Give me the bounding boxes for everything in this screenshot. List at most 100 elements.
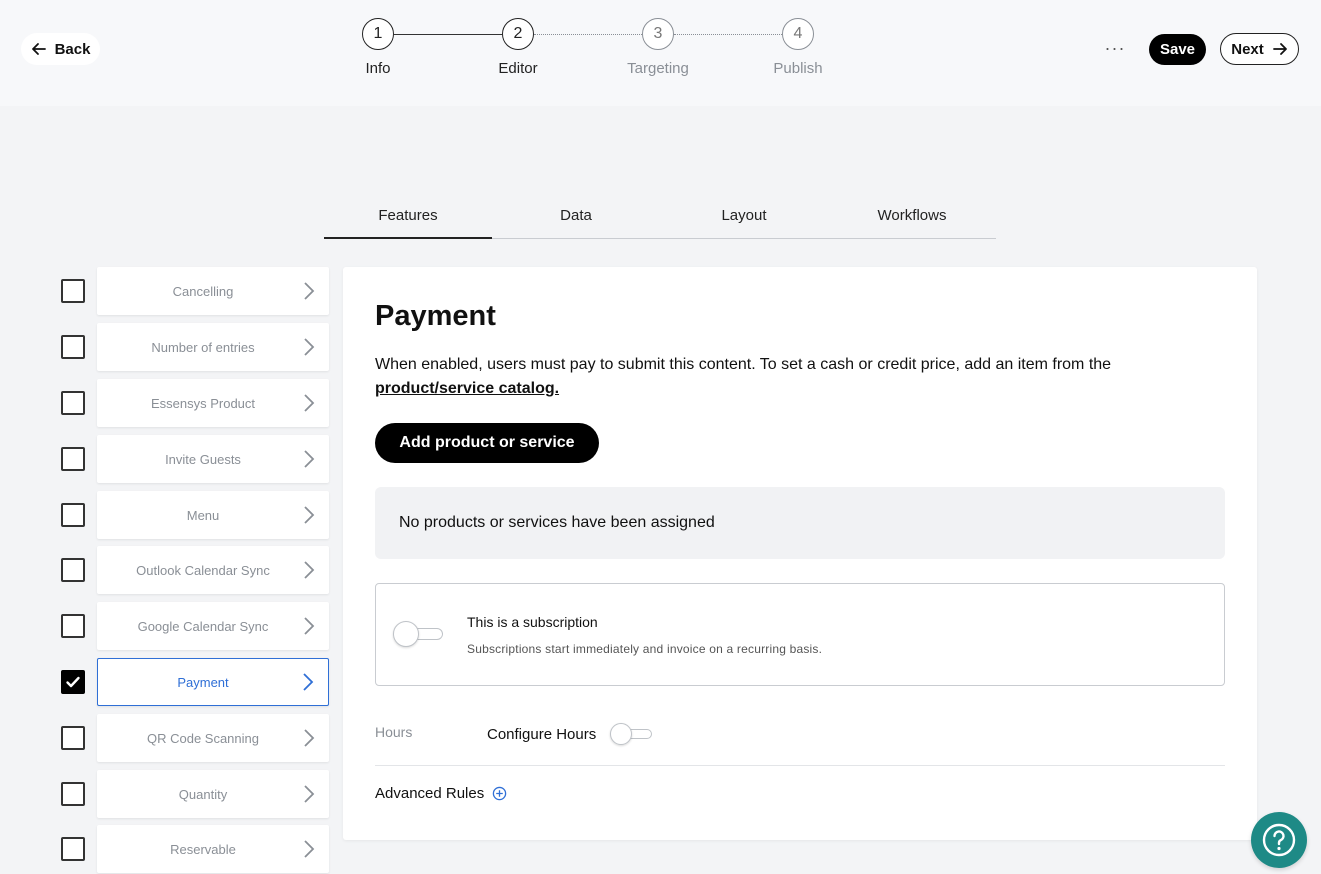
feature-checkbox[interactable]	[61, 558, 85, 582]
feature-checkbox-checked[interactable]	[61, 670, 85, 694]
step-number: 1	[362, 18, 394, 50]
feature-card-invite-guests[interactable]: Invite Guests	[97, 435, 329, 483]
description-text: When enabled, users must pay to submit t…	[375, 356, 1112, 373]
feature-row-outlook-calendar-sync: Outlook Calendar Sync	[61, 546, 329, 594]
feature-checkbox[interactable]	[61, 503, 85, 527]
advanced-rules-label: Advanced Rules	[375, 785, 485, 802]
step-number: 2	[502, 18, 534, 50]
feature-row-google-calendar-sync: Google Calendar Sync	[61, 602, 329, 650]
feature-row-essensys-product: Essensys Product	[61, 379, 329, 427]
feature-row-reservable: Reservable	[61, 825, 329, 873]
step-number: 4	[782, 18, 814, 50]
feature-card-menu[interactable]: Menu	[97, 491, 329, 539]
question-mark-icon	[1262, 823, 1296, 857]
feature-checkbox[interactable]	[61, 335, 85, 359]
step-publish[interactable]: 4 Publish	[748, 18, 848, 77]
feature-card-qr-code-scanning[interactable]: QR Code Scanning	[97, 714, 329, 762]
advanced-rules-button[interactable]: Advanced Rules	[375, 785, 507, 802]
feature-name: Invite Guests	[165, 451, 241, 467]
chevron-right-icon	[289, 393, 329, 413]
feature-checkbox[interactable]	[61, 614, 85, 638]
feature-card-cancelling[interactable]: Cancelling	[97, 267, 329, 315]
toggle-knob	[393, 621, 419, 647]
feature-card-outlook-calendar-sync[interactable]: Outlook Calendar Sync	[97, 546, 329, 594]
step-info[interactable]: 1 Info	[328, 18, 428, 77]
feature-row-menu: Menu	[61, 491, 329, 539]
feature-card-payment[interactable]: Payment	[97, 658, 329, 706]
tab-features[interactable]: Features	[324, 193, 492, 239]
chevron-right-icon	[289, 616, 329, 636]
feature-checkbox[interactable]	[61, 391, 85, 415]
feature-name: Cancelling	[172, 283, 234, 299]
plus-circle-icon	[492, 786, 507, 801]
feature-checkbox[interactable]	[61, 279, 85, 303]
arrow-right-icon	[1272, 43, 1287, 55]
feature-row-cancelling: Cancelling	[61, 267, 329, 315]
feature-name: Menu	[186, 507, 220, 523]
feature-name: Outlook Calendar Sync	[136, 562, 270, 578]
step-label: Editor	[498, 60, 538, 77]
chevron-right-icon	[289, 337, 329, 357]
feature-card-essensys-product[interactable]: Essensys Product	[97, 379, 329, 427]
feature-name: Number of entries	[151, 339, 255, 355]
chevron-right-icon	[289, 449, 329, 469]
feature-card-google-calendar-sync[interactable]: Google Calendar Sync	[97, 602, 329, 650]
panel-title: Payment	[375, 300, 496, 332]
feature-name: Quantity	[178, 786, 228, 802]
feature-row-number-of-entries: Number of entries	[61, 323, 329, 371]
configure-hours-toggle[interactable]	[610, 723, 652, 745]
feature-checkbox[interactable]	[61, 782, 85, 806]
tab-workflows[interactable]: Workflows	[828, 193, 996, 238]
feature-row-payment: Payment	[61, 658, 329, 706]
feature-name: Payment	[177, 674, 229, 690]
subscription-description: Subscriptions start immediately and invo…	[467, 642, 823, 656]
subscription-toggle[interactable]	[393, 621, 443, 647]
help-button[interactable]	[1251, 812, 1307, 868]
save-button[interactable]: Save	[1149, 34, 1206, 65]
catalog-link[interactable]: product/service catalog.	[375, 380, 559, 397]
step-label: Publish	[773, 60, 823, 77]
feature-name: QR Code Scanning	[146, 730, 259, 746]
hours-label: Hours	[375, 724, 413, 740]
feature-name: Reservable	[170, 841, 236, 857]
feature-checkbox[interactable]	[61, 837, 85, 861]
editor-tabs: Features Data Layout Workflows	[324, 193, 996, 239]
more-options-icon[interactable]: ···	[1100, 36, 1130, 60]
feature-checkbox[interactable]	[61, 726, 85, 750]
add-product-button[interactable]: Add product or service	[375, 423, 599, 463]
toggle-knob	[610, 723, 632, 745]
step-editor[interactable]: 2 Editor	[468, 18, 568, 77]
configure-hours-label: Configure Hours	[487, 726, 597, 743]
chevron-right-icon	[289, 505, 329, 525]
chevron-right-icon	[289, 560, 329, 580]
checkmark-icon	[66, 676, 80, 688]
chevron-right-icon	[289, 281, 329, 301]
feature-name: Essensys Product	[150, 395, 256, 411]
subscription-title: This is a subscription	[467, 614, 598, 630]
feature-row-quantity: Quantity	[61, 770, 329, 818]
chevron-right-icon	[289, 728, 329, 748]
tab-layout[interactable]: Layout	[660, 193, 828, 238]
feature-name: Google Calendar Sync	[137, 618, 269, 634]
tab-data[interactable]: Data	[492, 193, 660, 238]
subscription-box: This is a subscription Subscriptions sta…	[375, 583, 1225, 686]
step-label: Info	[365, 60, 391, 77]
feature-card-reservable[interactable]: Reservable	[97, 825, 329, 873]
step-number: 3	[642, 18, 674, 50]
feature-card-number-of-entries[interactable]: Number of entries	[97, 323, 329, 371]
feature-row-qr-code-scanning: QR Code Scanning	[61, 714, 329, 762]
top-bar: Back 1 Info 2 Editor 3 Targeting 4 Publi…	[0, 0, 1321, 106]
feature-checkbox[interactable]	[61, 447, 85, 471]
next-label: Next	[1231, 40, 1264, 58]
chevron-right-icon	[288, 672, 328, 692]
next-button[interactable]: Next	[1220, 33, 1299, 65]
step-targeting[interactable]: 3 Targeting	[608, 18, 708, 77]
panel-description: When enabled, users must pay to submit t…	[375, 353, 1225, 401]
feature-row-invite-guests: Invite Guests	[61, 435, 329, 483]
step-label: Targeting	[627, 60, 689, 77]
chevron-right-icon	[289, 839, 329, 859]
feature-card-quantity[interactable]: Quantity	[97, 770, 329, 818]
chevron-right-icon	[289, 784, 329, 804]
empty-state-message: No products or services have been assign…	[375, 487, 1225, 559]
divider	[375, 765, 1225, 766]
